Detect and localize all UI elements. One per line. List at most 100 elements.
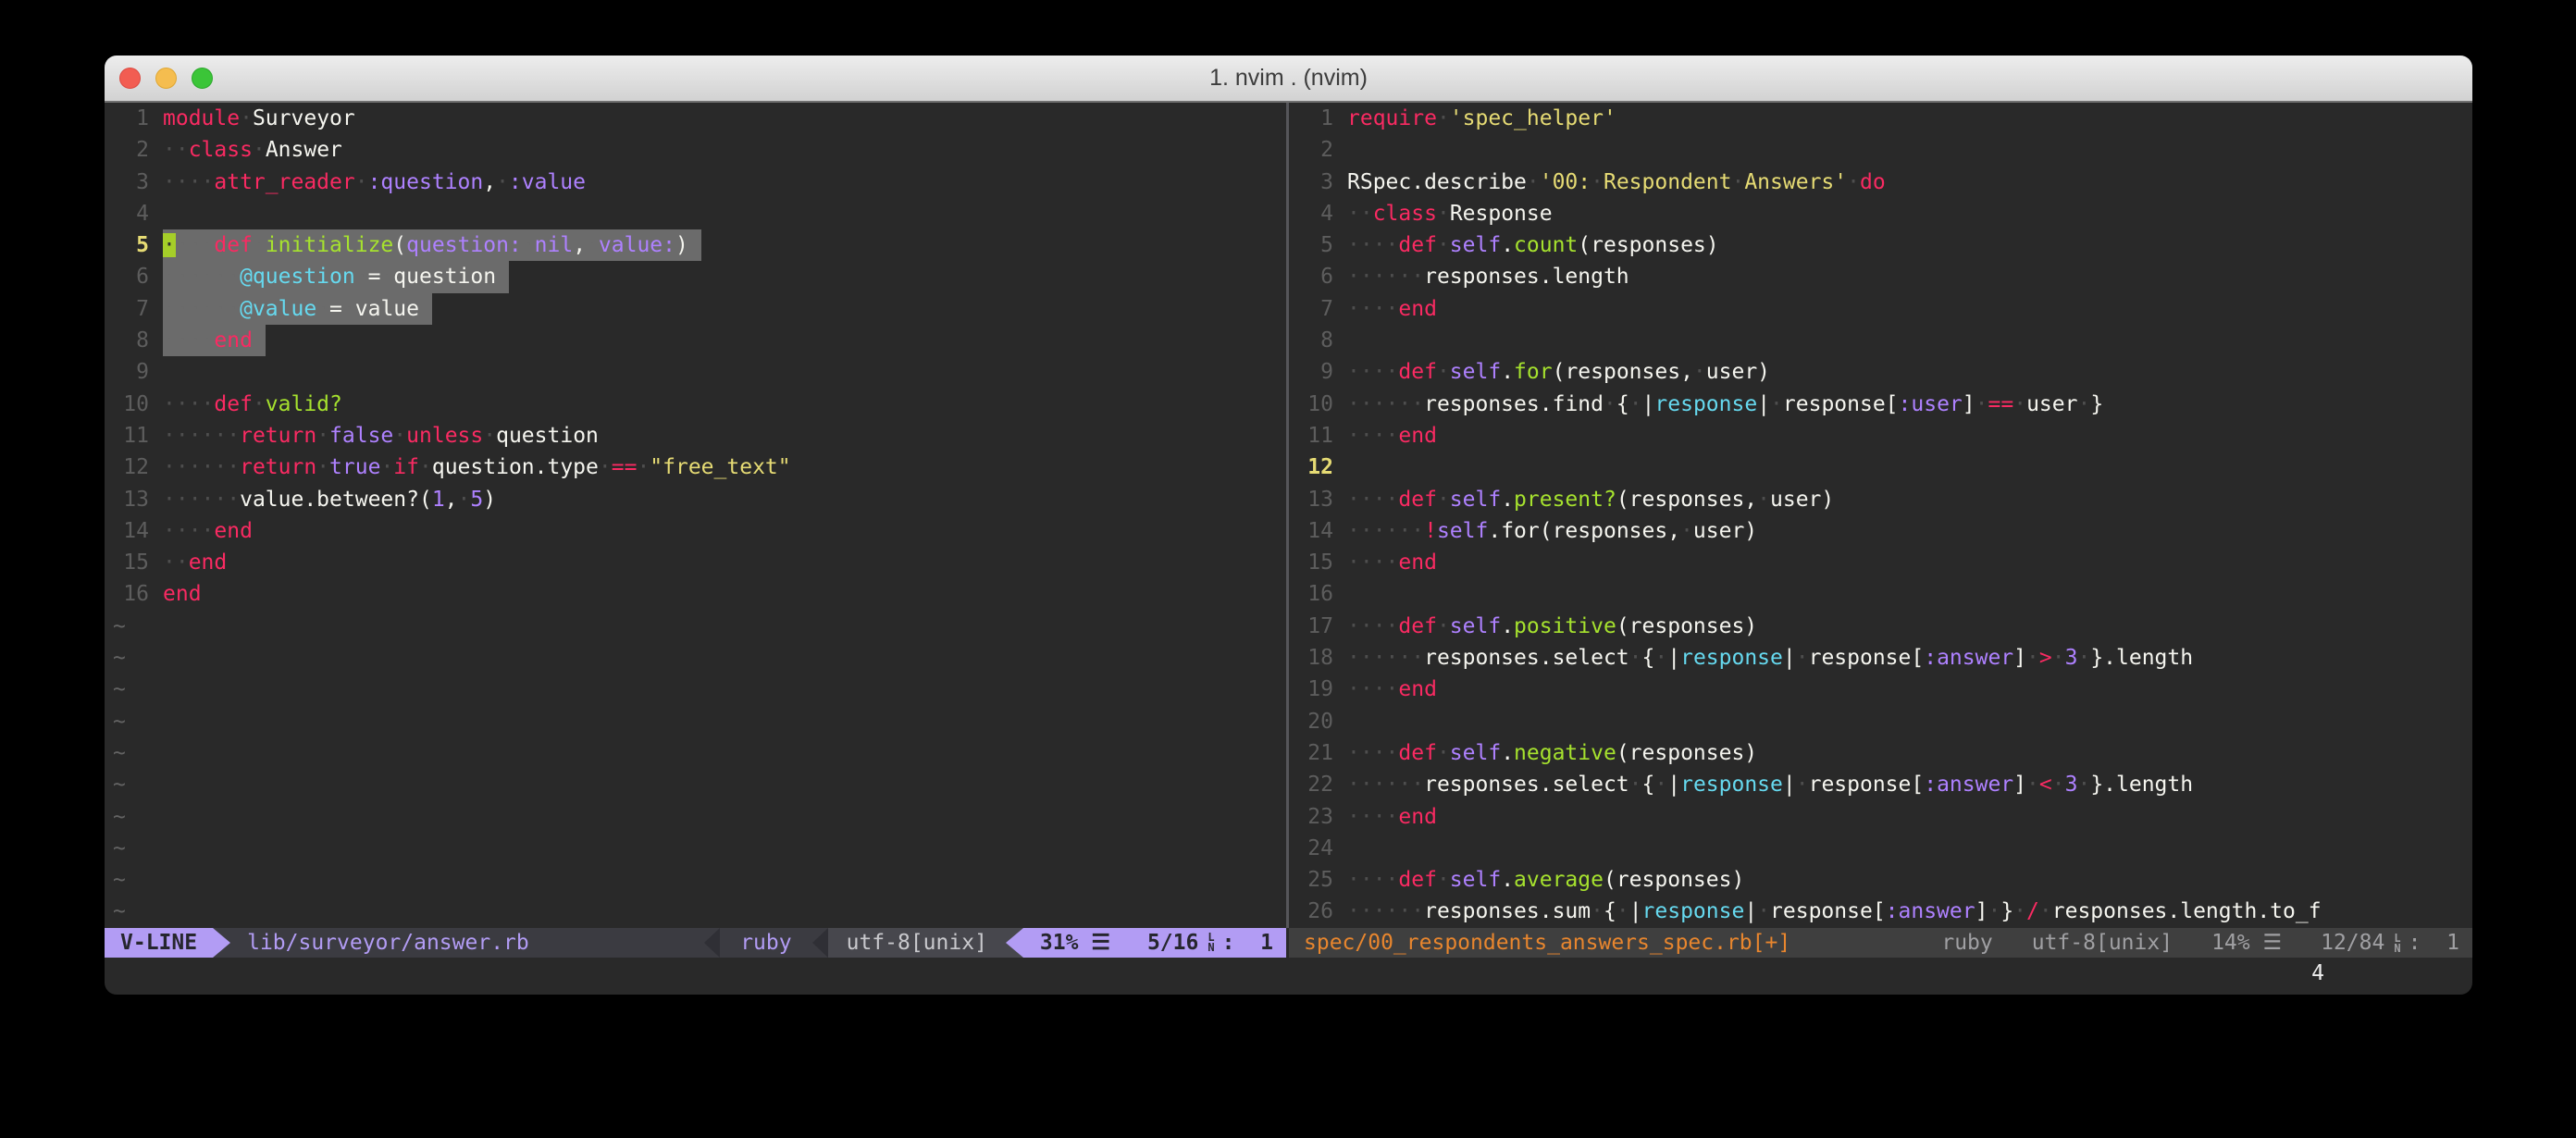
code-text: ····def·self.present?(responses,·user) — [1347, 484, 1834, 515]
code-text: ····end — [1347, 801, 1437, 833]
line-number: 16 — [105, 578, 163, 610]
zoom-button-icon[interactable] — [192, 68, 213, 89]
code-line: 7······@value·=·value — [105, 293, 1286, 325]
code-line: 8 — [1289, 325, 2472, 356]
code-text: ······@question·=·question — [163, 261, 509, 292]
code-line: 22······responses.select·{·|response|·re… — [1289, 769, 2472, 800]
code-line: 4··class·Response — [1289, 198, 2472, 229]
left-file-path: lib/surveyor/answer.rb — [230, 928, 704, 958]
code-line: 15··end — [105, 547, 1286, 578]
code-line: 10····def·valid? — [105, 389, 1286, 420]
code-text: ··end — [163, 547, 227, 578]
line-number: 20 — [1289, 706, 1347, 737]
colon-separator: : — [1222, 931, 1235, 955]
right-line-position: 12/84LN: 1 — [2321, 931, 2459, 955]
right-position-info: 14% ☰ — [2211, 931, 2282, 955]
right-file-path: spec/00_respondents_answers_spec.rb[+] — [1289, 931, 1790, 955]
powerline-chevron-icon — [704, 928, 720, 958]
line-number: 2 — [105, 134, 163, 166]
code-line: 12 — [1289, 451, 2472, 483]
lines-glyph-icon: ☰ — [2262, 931, 2282, 955]
tilde-marker: ~ — [105, 737, 126, 769]
scroll-percent: 31% — [1040, 931, 1079, 955]
line-number: 26 — [1289, 896, 1347, 927]
code-text: ······responses.select·{·|response|·resp… — [1347, 769, 2193, 800]
code-line: 3RSpec.describe·'00:·Respondent·Answers'… — [1289, 167, 2472, 198]
window-title: 1. nvim . (nvim) — [1209, 65, 1368, 92]
code-line: 7····end — [1289, 293, 2472, 325]
line-number: 15 — [1289, 547, 1347, 578]
line-number: 3 — [105, 167, 163, 198]
code-text: ····end — [1347, 293, 1437, 325]
code-text: ··class·Answer — [163, 134, 342, 166]
line-number: 4 — [1289, 198, 1347, 229]
code-line: 20 — [1289, 706, 2472, 737]
code-text: ····def·self.for(responses,·user) — [1347, 356, 1770, 388]
right-editor-buffer[interactable]: 1require·'spec_helper'23RSpec.describe·'… — [1289, 103, 2472, 928]
tilde-marker: ~ — [105, 769, 126, 800]
code-text: ······return·true·if·question.type·==·"f… — [163, 451, 791, 483]
code-line: 12······return·true·if·question.type·==·… — [105, 451, 1286, 483]
code-text: ······responses.sum·{·|response|·respons… — [1347, 896, 2322, 927]
empty-buffer-line: ~ — [105, 642, 1286, 674]
powerline-arrow-icon — [1006, 928, 1023, 958]
close-button-icon[interactable] — [119, 68, 141, 89]
code-text: ······value.between?(1,·5) — [163, 484, 496, 515]
title-bar[interactable]: 1. nvim . (nvim) — [105, 56, 2472, 103]
line-number: 12 — [105, 451, 163, 483]
code-line: 6······@question·=·question — [105, 261, 1286, 292]
tilde-marker: ~ — [105, 801, 126, 833]
empty-buffer-line: ~ — [105, 611, 1286, 642]
line-position: 5/16 — [1147, 931, 1198, 955]
block-cursor: · — [163, 233, 176, 257]
line-number: 22 — [1289, 769, 1347, 800]
left-position-info: 31% ☰5/16LN: 1 — [1023, 928, 1286, 958]
code-text: ····def·valid? — [163, 389, 342, 420]
code-line: 4 — [105, 198, 1286, 229]
command-line[interactable]: 4 — [105, 958, 2472, 989]
code-line: 21····def·self.negative(responses) — [1289, 737, 2472, 769]
line-number: 1 — [1289, 103, 1347, 134]
code-line: 6······responses.length — [1289, 261, 2472, 292]
line-number: 15 — [105, 547, 163, 578]
right-filetype: ruby — [1941, 931, 1992, 955]
code-line: 11······return·false·unless·question — [105, 420, 1286, 451]
line-number: 3 — [1289, 167, 1347, 198]
tilde-marker: ~ — [105, 642, 126, 674]
window-controls — [119, 56, 213, 101]
line-number: 18 — [1289, 642, 1347, 674]
code-line: 1module·Surveyor — [105, 103, 1286, 134]
empty-buffer-line: ~ — [105, 674, 1286, 705]
visual-selection: ······@question·=·question — [163, 261, 509, 292]
left-editor-buffer[interactable]: 1module·Surveyor2··class·Answer3····attr… — [105, 103, 1286, 928]
tilde-marker: ~ — [105, 706, 126, 737]
code-line: 18······responses.select·{·|response|·re… — [1289, 642, 2472, 674]
empty-buffer-line: ~ — [105, 833, 1286, 864]
powerline-chevron-icon — [812, 928, 828, 958]
line-number: 23 — [1289, 801, 1347, 833]
code-text: RSpec.describe·'00:·Respondent·Answers'·… — [1347, 167, 1886, 198]
code-text: ····end — [163, 515, 253, 547]
code-text: ······responses.select·{·|response|·resp… — [1347, 642, 2193, 674]
terminal-window: 1. nvim . (nvim) 1module·Surveyor2··clas… — [105, 56, 2472, 995]
code-text: ····def·self.negative(responses) — [1347, 737, 1757, 769]
code-line: 10······responses.find·{·|response|·resp… — [1289, 389, 2472, 420]
line-number: 9 — [105, 356, 163, 388]
line-number: 6 — [105, 261, 163, 292]
code-line: 8····end — [105, 325, 1286, 356]
left-status-bar: V-LINE lib/surveyor/answer.rb ruby utf-8… — [105, 928, 1286, 958]
line-number: 10 — [105, 389, 163, 420]
code-text: ······responses.find·{·|response|·respon… — [1347, 389, 2103, 420]
line-number: 11 — [105, 420, 163, 451]
code-text: ······@value·=·value — [163, 293, 432, 325]
empty-buffer-line: ~ — [105, 896, 1286, 927]
line-number: 4 — [105, 198, 163, 229]
code-text: ····end — [1347, 420, 1437, 451]
code-text: ····attr_reader·:question,·:value — [163, 167, 586, 198]
line-number: 10 — [1289, 389, 1347, 420]
right-encoding: utf-8[unix] — [2032, 931, 2173, 955]
left-encoding: utf-8[unix] — [828, 928, 1006, 958]
mode-indicator: V-LINE — [105, 928, 213, 958]
visual-selection: ····end — [163, 325, 266, 356]
minimize-button-icon[interactable] — [155, 68, 177, 89]
